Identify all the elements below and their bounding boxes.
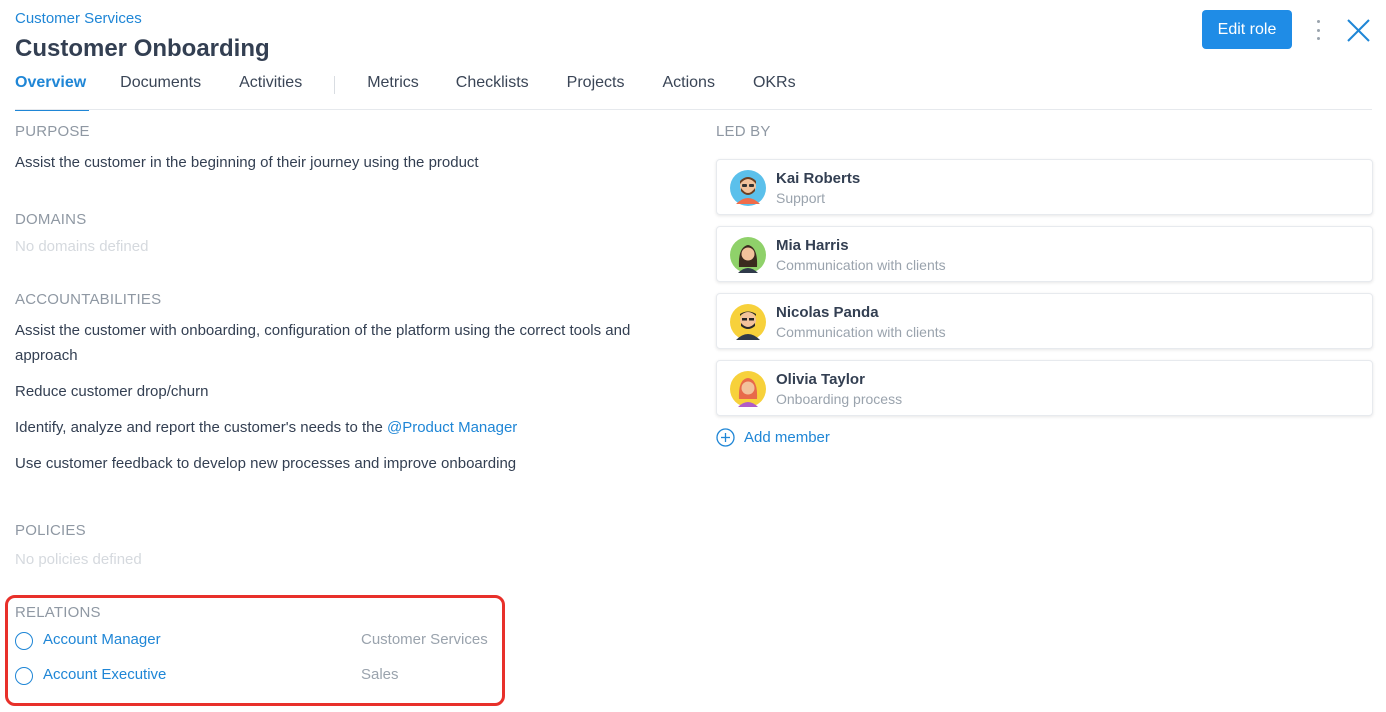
purpose-label: PURPOSE	[15, 123, 90, 140]
tab-activities[interactable]: Activities	[239, 74, 302, 110]
close-icon[interactable]	[1345, 17, 1372, 44]
policies-label: POLICIES	[15, 522, 86, 539]
led-by-label: LED BY	[716, 123, 771, 140]
tab-okrs[interactable]: OKRs	[753, 74, 796, 110]
tabs-divider	[15, 109, 1372, 110]
tab-projects[interactable]: Projects	[567, 74, 625, 110]
relation-circle: Sales	[361, 666, 399, 683]
tab-metrics[interactable]: Metrics	[367, 74, 419, 110]
avatar	[730, 237, 766, 273]
member-card[interactable]: Nicolas Panda Communication with clients	[716, 293, 1373, 349]
member-name: Olivia Taylor	[776, 371, 865, 388]
avatar	[730, 304, 766, 340]
mention-link[interactable]: @Product Manager	[387, 419, 517, 436]
domains-label: DOMAINS	[15, 211, 87, 228]
page-title: Customer Onboarding	[15, 35, 270, 62]
accountability-item: Use customer feedback to develop new pro…	[15, 455, 517, 472]
member-card[interactable]: Olivia Taylor Onboarding process	[716, 360, 1373, 416]
accountability-item: Identify, analyze and report the custome…	[15, 415, 675, 440]
tab-separator	[334, 76, 336, 94]
member-role: Communication with clients	[776, 324, 946, 340]
add-member-button[interactable]: Add member	[716, 426, 830, 448]
accountability-text: Identify, analyze and report the custome…	[15, 419, 383, 436]
relation-name[interactable]: Account Executive	[43, 666, 166, 683]
member-name: Nicolas Panda	[776, 304, 879, 321]
accountability-item: Assist the customer with onboarding, con…	[15, 322, 631, 364]
domains-empty: No domains defined	[15, 238, 149, 255]
avatar	[730, 371, 766, 407]
relation-radio-icon[interactable]	[15, 632, 33, 650]
member-card[interactable]: Kai Roberts Support	[716, 159, 1373, 215]
tab-overview[interactable]: Overview	[15, 74, 90, 111]
relation-row[interactable]: Account Manager Customer Services	[15, 630, 495, 652]
member-card[interactable]: Mia Harris Communication with clients	[716, 226, 1373, 282]
accountability-item: Reduce customer drop/churn	[15, 383, 209, 400]
relation-circle: Customer Services	[361, 631, 488, 648]
accountabilities-label: ACCOUNTABILITIES	[15, 291, 162, 308]
member-role: Onboarding process	[776, 391, 903, 407]
member-name: Kai Roberts	[776, 170, 861, 187]
member-role: Support	[776, 190, 826, 206]
add-member-label: Add member	[744, 428, 830, 446]
plus-circle-icon	[716, 427, 735, 447]
policies-empty: No policies defined	[15, 551, 142, 568]
relation-name[interactable]: Account Manager	[43, 631, 161, 648]
relation-radio-icon[interactable]	[15, 667, 33, 685]
member-role: Communication with clients	[776, 257, 946, 273]
kebab-vertical-icon[interactable]	[1309, 17, 1327, 43]
tab-actions[interactable]: Actions	[662, 74, 714, 110]
member-name: Mia Harris	[776, 237, 849, 254]
tab-bar: Overview Documents Activities Metrics Ch…	[15, 74, 796, 111]
relations-label: RELATIONS	[15, 604, 101, 621]
relation-row[interactable]: Account Executive Sales	[15, 665, 495, 687]
avatar	[730, 170, 766, 206]
edit-role-button[interactable]: Edit role	[1202, 10, 1292, 49]
tab-checklists[interactable]: Checklists	[456, 74, 529, 110]
breadcrumb[interactable]: Customer Services	[15, 10, 142, 27]
purpose-text: Assist the customer in the beginning of …	[15, 154, 479, 171]
tab-documents[interactable]: Documents	[120, 74, 201, 110]
